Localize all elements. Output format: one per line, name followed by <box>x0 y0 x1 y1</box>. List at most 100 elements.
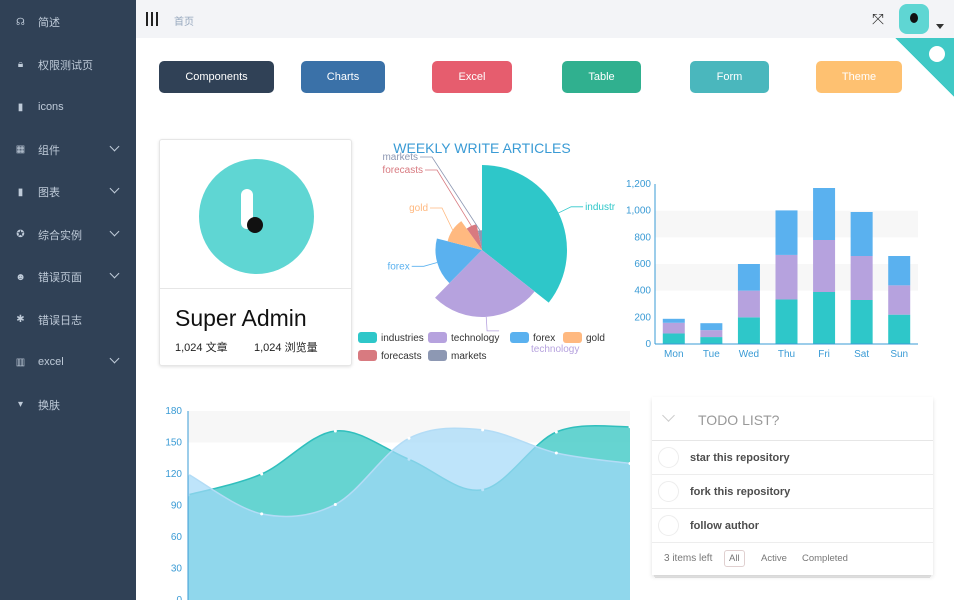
bar-Sun-2[interactable] <box>888 256 911 286</box>
area-ytick: 90 <box>171 501 183 512</box>
area-point[interactable] <box>333 429 337 433</box>
bar-xtick: Sat <box>854 349 869 360</box>
bar-Sun-0[interactable] <box>888 314 911 344</box>
area-ytick: 30 <box>171 564 183 575</box>
todo-input[interactable]: TODO LIST? <box>698 412 779 428</box>
todo-text[interactable]: fork this repository <box>690 486 790 498</box>
legend-swatch[interactable] <box>358 350 377 361</box>
pie-label: gold <box>409 203 428 214</box>
todo-checkbox[interactable] <box>658 447 679 468</box>
bar-ytick: 200 <box>634 312 651 323</box>
filter-all[interactable]: All <box>724 550 745 567</box>
bar-Wed-2[interactable] <box>737 264 760 291</box>
bar-ytick: 1,200 <box>626 179 651 190</box>
pie-label: technology <box>531 344 579 355</box>
bar-xtick: Wed <box>739 349 759 360</box>
area-point[interactable] <box>333 502 337 506</box>
pie-label-line <box>420 156 481 231</box>
bar-ytick: 600 <box>634 259 651 270</box>
pie-label: forex <box>387 261 409 272</box>
bar-Sat-1[interactable] <box>850 256 873 300</box>
area-point[interactable] <box>554 451 558 455</box>
legend-label[interactable]: forex <box>533 333 555 344</box>
legend-label[interactable]: gold <box>586 333 605 344</box>
filter-completed[interactable]: Completed <box>797 550 853 567</box>
area-ytick: 180 <box>165 406 182 417</box>
bar-Fri-2[interactable] <box>813 188 836 240</box>
area-ytick: 150 <box>165 438 182 449</box>
todo-item: follow author <box>652 509 933 543</box>
area-ytick: 60 <box>171 532 183 543</box>
filter-active[interactable]: Active <box>756 550 792 567</box>
bar-ytick: 1,000 <box>626 206 651 217</box>
legend-swatch[interactable] <box>563 332 582 343</box>
bar-Tue-0[interactable] <box>700 337 723 344</box>
todo-checkbox[interactable] <box>658 481 679 502</box>
bar-Sat-0[interactable] <box>850 300 873 344</box>
bar-xtick: Tue <box>703 349 720 360</box>
area-point[interactable] <box>407 436 411 440</box>
todo-item: fork this repository <box>652 475 933 509</box>
legend-swatch[interactable] <box>428 332 447 343</box>
pie-label-line <box>485 316 500 332</box>
nav-button-excel[interactable]: Excel <box>432 61 512 93</box>
area-point[interactable] <box>260 472 264 476</box>
bar-Thu-1[interactable] <box>775 254 798 300</box>
nav-button-table[interactable]: Table <box>562 61 641 93</box>
grid-band <box>655 184 918 211</box>
bar-xtick: Sun <box>890 349 908 360</box>
bar-xtick: Fri <box>818 349 830 360</box>
todo-text[interactable]: follow author <box>690 520 759 532</box>
pie-label-line <box>558 206 584 214</box>
pie-label-line <box>411 262 438 267</box>
toggle-all-icon[interactable] <box>662 409 675 422</box>
todo-text[interactable]: star this repository <box>690 452 790 464</box>
todo-checkbox[interactable] <box>658 515 679 536</box>
bar-Thu-2[interactable] <box>775 210 798 255</box>
bar-Wed-0[interactable] <box>737 317 760 344</box>
area-point[interactable] <box>628 425 632 429</box>
area-ytick: 120 <box>165 469 182 480</box>
legend-swatch[interactable] <box>428 350 447 361</box>
items-left: 3 items left <box>664 553 713 564</box>
area-ytick: 0 <box>176 595 182 600</box>
todo-list: TODO LIST? star this repository fork this… <box>652 397 933 575</box>
bar-Thu-0[interactable] <box>775 299 798 344</box>
legend-label[interactable]: forecasts <box>381 351 422 362</box>
pie-title: WEEKLY WRITE ARTICLES <box>393 140 570 156</box>
bar-Sun-1[interactable] <box>888 285 911 315</box>
todo-item: star this repository <box>652 441 933 475</box>
area-point[interactable] <box>554 430 558 434</box>
bar-ytick: 0 <box>645 339 651 350</box>
bar-Fri-1[interactable] <box>813 240 836 292</box>
bar-xtick: Mon <box>664 349 683 360</box>
bar-ytick: 800 <box>634 232 651 243</box>
legend-label[interactable]: industries <box>381 333 424 344</box>
pie-label: industr <box>585 202 616 213</box>
bar-xtick: Thu <box>778 349 795 360</box>
nav-button-charts[interactable]: Charts <box>301 61 385 93</box>
bar-Tue-2[interactable] <box>700 323 723 331</box>
nav-button-components[interactable]: Components <box>159 61 274 93</box>
bar-Fri-0[interactable] <box>813 292 836 344</box>
nav-button-form[interactable]: Form <box>690 61 769 93</box>
bar-Tue-1[interactable] <box>700 330 723 338</box>
area-point[interactable] <box>628 462 632 465</box>
pie-label: markets <box>382 152 418 163</box>
bar-Mon-2[interactable] <box>662 318 685 323</box>
pie-label-line <box>430 207 454 231</box>
pie-label-line <box>425 169 472 227</box>
legend-swatch[interactable] <box>358 332 377 343</box>
bar-Wed-1[interactable] <box>737 290 760 318</box>
bar-Sat-2[interactable] <box>850 212 873 256</box>
area-point[interactable] <box>260 512 264 516</box>
area-point[interactable] <box>481 428 485 432</box>
nav-button-theme[interactable]: Theme <box>816 61 902 93</box>
legend-label[interactable]: technology <box>451 333 499 344</box>
legend-swatch[interactable] <box>510 332 529 343</box>
bar-Mon-1[interactable] <box>662 322 685 334</box>
pie-label: forecasts <box>382 165 423 176</box>
bar-Mon-0[interactable] <box>662 333 685 344</box>
legend-label[interactable]: markets <box>451 351 487 362</box>
bar-ytick: 400 <box>634 286 651 297</box>
